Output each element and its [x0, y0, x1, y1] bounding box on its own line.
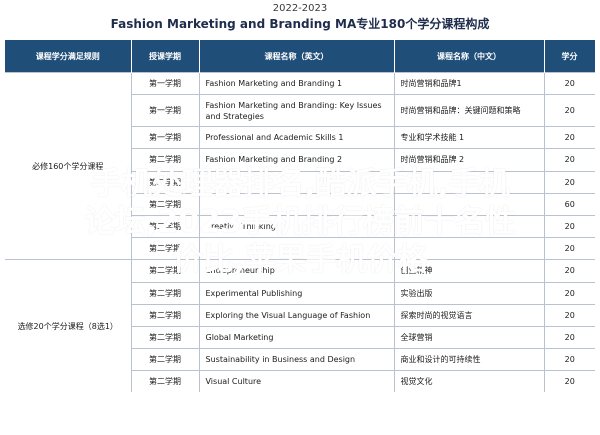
- semester-cell: 第一学期: [131, 71, 200, 95]
- table-row: 必修160个学分课程 第一学期 Fashion Marketing and Br…: [5, 71, 595, 260]
- page-title: Fashion Marketing and Branding MA专业180个学…: [110, 17, 490, 31]
- credits-cell: 20: [544, 303, 595, 327]
- overlay-headline: 手机处理器排名,酷派手机,手机 论坛,2023手机排行榜前十名性 价比,苹果手机…: [0, 165, 600, 279]
- group-elective: 选修20个学分课程（8选1）: [5, 259, 132, 393]
- credits-cell: 20: [544, 370, 595, 393]
- overlay-line-3: 价比,苹果手机价格: [172, 242, 428, 278]
- col-header-semester: 授课学期: [131, 40, 200, 73]
- semester-cell: 第一学期: [131, 126, 200, 149]
- credits-cell: 20: [544, 325, 595, 349]
- course-name-cn: 实验出版: [394, 281, 545, 305]
- semester-cell: 第一学期: [131, 94, 200, 127]
- course-name-cn: 专业和学术技能 1: [394, 126, 545, 149]
- credits-cell: 20: [544, 281, 595, 305]
- semester-cell: 第二学期: [131, 303, 200, 327]
- course-name-en: Fashion Marketing and Branding: Key Issu…: [199, 94, 395, 127]
- academic-year: 2022-2023: [272, 3, 328, 14]
- course-name-cn: 全球营销: [394, 325, 545, 349]
- course-name-cn: 商业和设计的可持续性: [394, 348, 545, 371]
- course-name-en: Sustainability in Business and Design: [199, 348, 395, 371]
- semester-cell: 第二学期: [131, 370, 200, 393]
- course-name-en: Experimental Publishing: [199, 281, 395, 305]
- course-name-en: Fashion Marketing and Branding 1: [199, 71, 395, 95]
- course-name-en-text: Fashion Marketing and Branding: Key Issu…: [205, 100, 382, 121]
- course-name-en: Visual Culture: [199, 370, 395, 393]
- table-header-row: 课程学分满足规则 授课学期 课程名称（英文） 课程名称（中文） 学分: [5, 40, 596, 73]
- col-header-name-en: 课程名称（英文）: [199, 40, 395, 73]
- course-name-en: Global Marketing: [199, 325, 395, 349]
- semester-cell: 第二学期: [131, 348, 200, 371]
- overlay-line-2: 论坛,2023手机排行榜前十名性: [84, 204, 516, 240]
- course-name-cn: 时尚营销和品牌1: [394, 71, 545, 95]
- credits-cell: 20: [544, 71, 595, 95]
- col-header-name-cn: 课程名称（中文）: [394, 40, 545, 73]
- course-name-cn: 探索时尚的视觉语言: [394, 303, 545, 327]
- course-name-en: Exploring the Visual Language of Fashion: [199, 303, 395, 327]
- col-header-rule: 课程学分满足规则: [5, 40, 132, 73]
- credits-cell: 20: [544, 126, 595, 149]
- course-name-cn: 时尚营销和品牌：关键问题和策略: [394, 94, 545, 127]
- semester-cell: 第二学期: [131, 281, 200, 305]
- overlay-line-1: 手机处理器排名,酷派手机,手机: [90, 166, 510, 202]
- course-name-en: Professional and Academic Skills 1: [199, 126, 395, 149]
- page-header: 2022-2023 Fashion Marketing and Branding…: [0, 0, 600, 40]
- col-header-credits: 学分: [544, 40, 596, 73]
- semester-cell: 第二学期: [131, 325, 200, 349]
- course-name-cn: 视觉文化: [394, 370, 545, 393]
- credits-cell: 20: [544, 348, 595, 371]
- credits-cell: 20: [544, 94, 595, 127]
